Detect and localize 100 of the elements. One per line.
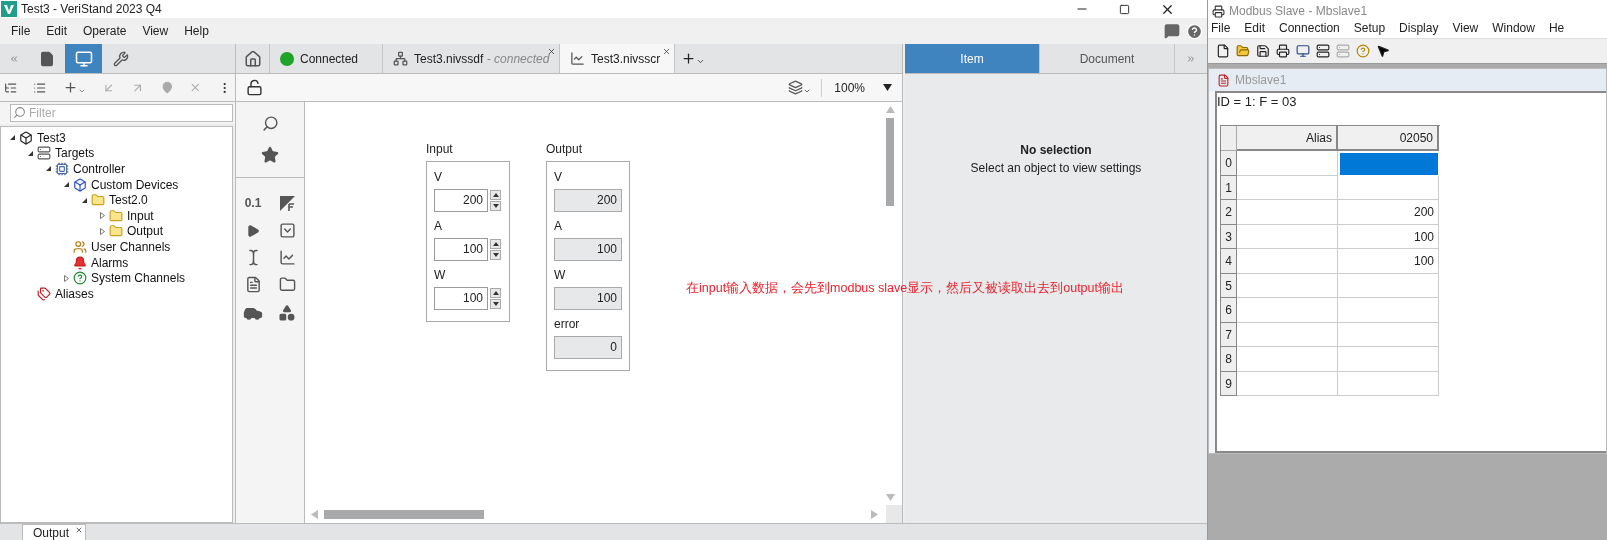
collapsed-arrow-icon[interactable]	[98, 227, 106, 235]
vertical-scrollbar[interactable]	[886, 118, 894, 206]
collapsed-arrow-icon[interactable]	[62, 274, 70, 282]
menu-item[interactable]: Edit	[46, 22, 68, 40]
new-file-icon[interactable]	[1216, 44, 1230, 58]
row-header: 3	[1221, 224, 1237, 249]
caret-icon[interactable]	[77, 87, 86, 95]
tree-item[interactable]: Targets	[55, 144, 95, 163]
grid-cell[interactable]	[1237, 273, 1338, 298]
column-header: 02050	[1338, 126, 1439, 151]
menu-item[interactable]: Window	[1492, 19, 1535, 37]
grid-cell[interactable]	[1237, 175, 1338, 200]
grid-cell[interactable]	[1237, 347, 1338, 372]
caret-icon[interactable]	[696, 57, 705, 66]
help-icon[interactable]	[1356, 44, 1370, 58]
grid-cell[interactable]	[1338, 175, 1439, 200]
field-label: V	[434, 169, 443, 186]
tree-item[interactable]: Aliases	[55, 284, 94, 303]
star-icon[interactable]	[261, 146, 279, 164]
document-icon	[1217, 73, 1230, 87]
zoom-level[interactable]: 100%	[834, 78, 865, 97]
numeric-indicator: 100	[554, 238, 622, 261]
output-tab[interactable]: Output	[22, 524, 87, 540]
graph-icon[interactable]	[278, 249, 296, 266]
panel-tab[interactable]: Item	[905, 44, 1040, 73]
container-icon[interactable]	[278, 276, 296, 293]
expanded-arrow-icon[interactable]	[8, 134, 16, 142]
menu-item[interactable]: Connection	[1279, 19, 1340, 37]
collapsed-arrow-icon[interactable]	[98, 212, 106, 220]
grid-cell[interactable]: 100	[1338, 249, 1439, 274]
spinner[interactable]	[490, 190, 501, 211]
spinner[interactable]	[490, 239, 501, 260]
context-help-icon[interactable]	[1376, 44, 1390, 58]
menu-item[interactable]: Help	[184, 22, 209, 40]
grid-cell[interactable]	[1237, 200, 1338, 225]
menu-item[interactable]: Setup	[1353, 19, 1386, 37]
caret-icon[interactable]	[803, 87, 812, 95]
grid-cell[interactable]: 200	[1338, 200, 1439, 225]
grid-cell[interactable]	[1237, 371, 1338, 396]
spinner[interactable]	[490, 288, 501, 309]
grid-cell[interactable]	[1237, 249, 1338, 274]
expanded-arrow-icon[interactable]	[80, 196, 88, 204]
grid-cell[interactable]	[1338, 347, 1439, 372]
save-icon[interactable]	[1256, 44, 1270, 58]
panel-tab[interactable]: Document	[1040, 44, 1175, 73]
add-icon[interactable]	[62, 80, 78, 95]
numeric-palette-item[interactable]: 0.1	[244, 194, 262, 212]
field-label: error	[554, 316, 581, 333]
tree-item[interactable]: Alarms	[91, 253, 129, 272]
numeric-input[interactable]: 200	[434, 189, 488, 212]
group-title: Output	[546, 141, 584, 158]
numeric-input[interactable]: 100	[434, 287, 488, 310]
window-title: Modbus Slave - Mbslave1	[1229, 5, 1368, 18]
tree-item[interactable]: Test3	[37, 128, 66, 147]
shapes-icon[interactable]	[278, 304, 296, 322]
maximize-icon[interactable]	[1119, 3, 1130, 15]
grid-cell[interactable]	[1338, 322, 1439, 347]
menu-item[interactable]: Edit	[1244, 19, 1266, 37]
panel-tab[interactable]	[65, 44, 102, 73]
expanded-arrow-icon[interactable]	[44, 165, 52, 173]
add-icon[interactable]	[681, 51, 696, 66]
chip-icon	[55, 162, 69, 176]
play-icon[interactable]	[246, 223, 260, 238]
layers-icon[interactable]	[788, 80, 804, 95]
grid-cell[interactable]	[1338, 298, 1439, 323]
unlock-icon[interactable]	[246, 79, 263, 96]
horizontal-scrollbar[interactable]	[324, 509, 484, 519]
row-header: 1	[1221, 175, 1237, 200]
filter-field[interactable]: Filter	[10, 104, 233, 122]
menu-item[interactable]: View	[1452, 19, 1479, 37]
expanded-arrow-icon[interactable]	[26, 149, 34, 157]
search-icon[interactable]	[261, 115, 279, 132]
menu-item[interactable]: File	[11, 22, 31, 40]
print-icon[interactable]	[1276, 44, 1290, 58]
tree-item[interactable]: Controller	[73, 160, 126, 178]
grid-cell[interactable]	[1338, 273, 1439, 298]
empty-state-message: Select an object to view settings	[970, 160, 1142, 177]
menu-item[interactable]: Display	[1399, 19, 1439, 37]
grid-cell[interactable]	[1338, 371, 1439, 396]
grid-cell[interactable]	[1237, 322, 1338, 347]
tree-item[interactable]: Custom Devices	[91, 175, 179, 194]
menu-item[interactable]: File	[1211, 19, 1231, 37]
chat-icon[interactable]	[1164, 22, 1180, 39]
grid-cell[interactable]	[1237, 298, 1338, 323]
grid-cell[interactable]: 100	[1338, 224, 1439, 249]
menu-item[interactable]: He	[1548, 19, 1565, 37]
boolean-icon[interactable]	[278, 194, 296, 212]
numeric-input[interactable]: 100	[434, 238, 488, 261]
grid-cell[interactable]	[1237, 224, 1338, 249]
editor-tab[interactable]: Test3.nivsscr	[560, 44, 675, 73]
tools-icon	[112, 50, 129, 67]
tree-item[interactable]: System Channels	[91, 269, 186, 288]
menu-item[interactable]: Operate	[83, 22, 127, 40]
dropdown-arrow-icon[interactable]	[883, 84, 892, 91]
column-header: Alias	[1237, 126, 1338, 151]
expanded-arrow-icon[interactable]	[62, 181, 70, 189]
open-folder-icon[interactable]	[1236, 44, 1250, 58]
document-icon	[38, 50, 55, 67]
dropdown-icon[interactable]	[278, 222, 296, 239]
menu-item[interactable]: View	[142, 22, 169, 40]
